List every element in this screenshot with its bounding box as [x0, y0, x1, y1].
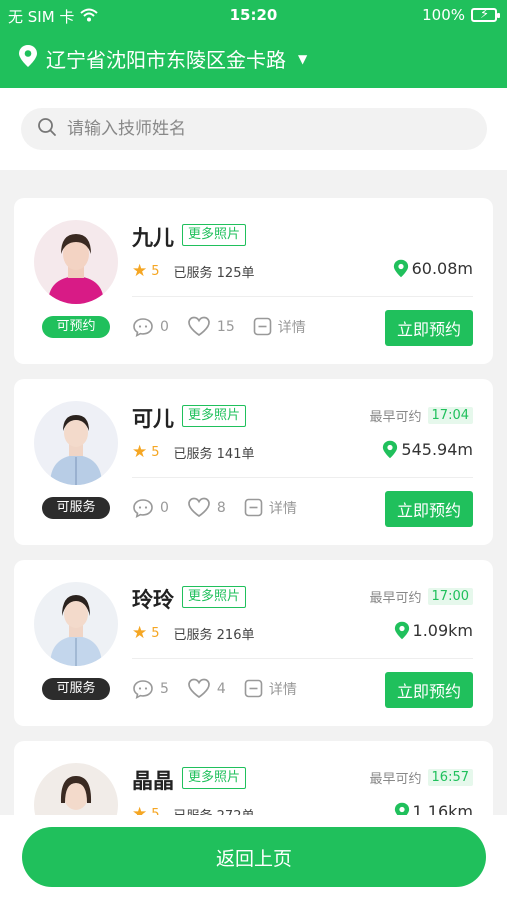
distance-value: 1.09km	[412, 621, 473, 640]
search-box[interactable]	[21, 108, 487, 150]
comments[interactable]: 0	[132, 317, 169, 337]
served-count: 已服务 216单	[173, 627, 255, 643]
comments[interactable]: 0	[132, 498, 169, 518]
caret-down-icon: ▼	[298, 51, 308, 66]
status-bar: 无 SIM 卡 15:20 100% ⚡	[0, 0, 507, 30]
distance-value: 60.08m	[411, 259, 473, 278]
likes[interactable]: 4	[187, 678, 226, 699]
likes[interactable]: 15	[187, 316, 235, 337]
earliest-time: 16:57	[427, 769, 473, 786]
top-bar: 无 SIM 卡 15:20 100% ⚡ 辽宁省沈阳市东陵区金卡路 ▼	[0, 0, 507, 88]
details-link[interactable]: 详情	[253, 317, 306, 337]
status-right: 100% ⚡	[422, 6, 500, 24]
avatar[interactable]	[34, 220, 118, 304]
technician-card[interactable]: 可服务 玲玲 更多照片 最早可约 17:00 ★ 5 已服务 216单 1.09…	[14, 560, 493, 726]
location-selector[interactable]: 辽宁省沈阳市东陵区金卡路 ▼	[18, 44, 307, 73]
rating-row: ★ 5 已服务 216单	[132, 623, 254, 643]
earliest-label: 最早可约	[369, 772, 422, 787]
details-link[interactable]: 详情	[244, 679, 297, 699]
more-photos-button[interactable]: 更多照片	[182, 586, 247, 608]
more-photos-button[interactable]: 更多照片	[182, 405, 247, 427]
comment-icon	[133, 679, 153, 699]
book-now-button[interactable]: 立即预约	[385, 310, 473, 346]
location-pin-icon	[393, 259, 408, 278]
rating-score: 5	[151, 444, 160, 460]
details-link[interactable]: 详情	[244, 498, 297, 518]
avatar[interactable]	[34, 401, 118, 485]
divider	[132, 296, 473, 297]
like-count: 4	[216, 680, 226, 697]
comment-count: 0	[160, 499, 169, 516]
heart-icon	[188, 316, 210, 337]
location-text: 辽宁省沈阳市东陵区金卡路	[46, 48, 286, 72]
details-label: 详情	[268, 500, 297, 517]
rating-row: ★ 5 已服务 125单	[132, 261, 254, 281]
distance: 1.09km	[394, 621, 473, 640]
book-now-button[interactable]: 立即预约	[385, 491, 473, 527]
status-badge: 可预约	[42, 316, 110, 338]
stats-row: 0 8 详情	[132, 497, 315, 518]
battery-icon: ⚡	[471, 7, 500, 22]
served-count: 已服务 125单	[173, 265, 255, 281]
earliest-available: 最早可约 17:04	[370, 406, 473, 425]
comment-icon	[133, 498, 153, 518]
location-pin-icon	[383, 440, 398, 459]
technician-name: 玲玲	[132, 588, 174, 612]
details-icon	[244, 679, 263, 698]
search-input[interactable]	[67, 119, 447, 139]
rating-score: 5	[151, 625, 160, 641]
stats-row: 5 4 详情	[132, 678, 315, 699]
rating-row: ★ 5 已服务 141单	[132, 442, 254, 462]
technician-name: 九儿	[132, 226, 174, 250]
earliest-label: 最早可约	[369, 410, 422, 425]
book-now-button[interactable]: 立即预约	[385, 672, 473, 708]
avatar[interactable]	[34, 582, 118, 666]
comment-icon	[133, 317, 153, 337]
earliest-available: 最早可约 16:57	[370, 768, 473, 787]
location-pin-icon	[394, 621, 409, 640]
divider	[132, 477, 473, 478]
technician-name: 晶晶	[132, 769, 174, 793]
comment-count: 5	[160, 680, 169, 697]
earliest-available: 最早可约 17:00	[370, 587, 473, 606]
star-icon: ★	[132, 261, 148, 281]
status-badge: 可服务	[42, 678, 110, 700]
technician-card[interactable]: 可服务 可儿 更多照片 最早可约 17:04 ★ 5 已服务 141单 545.…	[14, 379, 493, 545]
more-photos-button[interactable]: 更多照片	[182, 224, 247, 246]
comment-count: 0	[160, 318, 169, 335]
search-section	[0, 88, 507, 170]
distance: 545.94m	[382, 440, 473, 459]
status-badge: 可服务	[42, 497, 110, 519]
technician-name: 可儿	[132, 407, 174, 431]
back-button[interactable]: 返回上页	[22, 827, 486, 887]
details-label: 详情	[277, 319, 306, 336]
heart-icon	[188, 678, 210, 699]
technician-card[interactable]: 可预约 九儿 更多照片 ★ 5 已服务 125单 60.08m 0 15 详情 …	[14, 198, 493, 364]
more-photos-button[interactable]: 更多照片	[182, 767, 247, 789]
bottom-bar: 返回上页	[0, 815, 507, 900]
search-icon	[37, 117, 57, 141]
earliest-time: 17:04	[427, 407, 473, 424]
like-count: 15	[216, 318, 235, 335]
heart-icon	[188, 497, 210, 518]
star-icon: ★	[132, 442, 148, 462]
star-icon: ★	[132, 623, 148, 643]
earliest-time: 17:00	[427, 588, 473, 605]
earliest-label: 最早可约	[369, 591, 422, 606]
comments[interactable]: 5	[132, 679, 169, 699]
divider	[132, 658, 473, 659]
battery-percent: 100%	[422, 6, 465, 24]
distance-value: 545.94m	[401, 440, 473, 459]
location-pin-icon	[18, 44, 38, 73]
details-icon	[253, 317, 272, 336]
likes[interactable]: 8	[187, 497, 226, 518]
distance: 60.08m	[393, 259, 473, 278]
like-count: 8	[216, 499, 226, 516]
rating-score: 5	[151, 263, 160, 279]
details-label: 详情	[268, 681, 297, 698]
stats-row: 0 15 详情	[132, 316, 324, 337]
served-count: 已服务 141单	[173, 446, 255, 462]
details-icon	[244, 498, 263, 517]
